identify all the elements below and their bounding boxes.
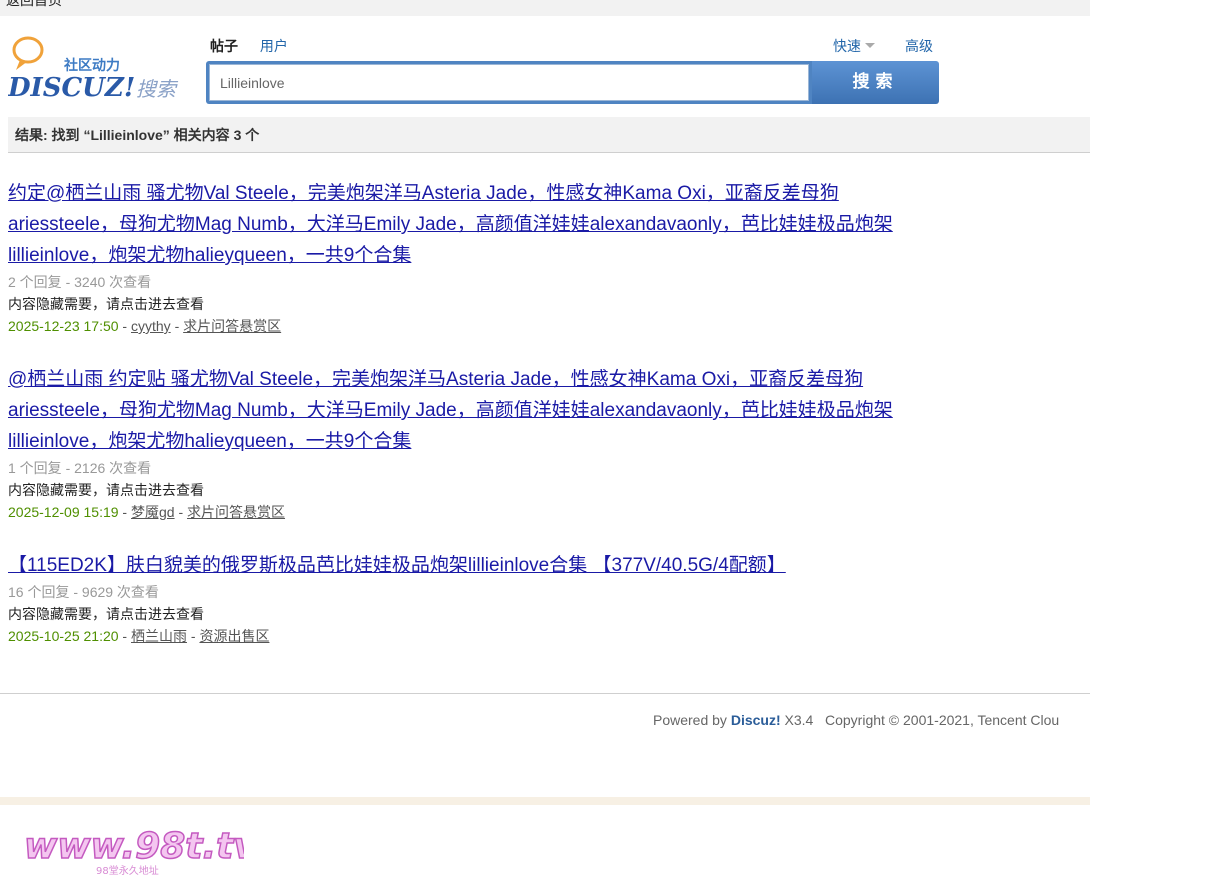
- tab-posts[interactable]: 帖子: [210, 36, 238, 56]
- result-summary: 结果: 找到 “Lillieinlove” 相关内容 3 个: [8, 117, 1090, 153]
- result-title-link[interactable]: @栖兰山雨 约定贴 骚尤物Val Steele，完美炮架洋马Asteria Ja…: [8, 364, 938, 457]
- result-item: 约定@栖兰山雨 骚尤物Val Steele，完美炮架洋马Asteria Jade…: [8, 178, 1008, 338]
- topbar: 返回首页: [0, 0, 1090, 16]
- logo-suffix: 搜索: [136, 77, 179, 101]
- back-home-link[interactable]: 返回首页: [6, 0, 62, 8]
- quick-dropdown[interactable]: 快速: [833, 36, 875, 56]
- result-info: 2025-12-09 15:19 - 梦魇gd - 求片问答悬赏区: [8, 504, 286, 520]
- search-button[interactable]: 搜索: [812, 61, 939, 104]
- result-date: 2025-12-09 15:19: [8, 504, 119, 520]
- footer-powered: Powered by: [653, 712, 727, 728]
- footer-version: X3.4: [784, 712, 814, 728]
- result-description: 内容隐藏需要，请点击进去查看: [8, 606, 204, 622]
- result-forum-link[interactable]: 求片问答悬赏区: [183, 318, 281, 334]
- footer-divider: [0, 693, 1090, 694]
- result-info: 2025-12-23 17:50 - cyythy - 求片问答悬赏区: [8, 318, 282, 334]
- result-date: 2025-12-23 17:50: [8, 318, 119, 334]
- site-watermark: www.98t.tv 98堂永久地址: [23, 820, 259, 884]
- result-description: 内容隐藏需要，请点击进去查看: [8, 482, 204, 498]
- result-author-link[interactable]: 梦魇gd: [131, 504, 175, 520]
- result-stats: 16 个回复 - 9629 次查看: [8, 584, 159, 600]
- watermark-text: www.98t.tv: [24, 826, 244, 867]
- tab-users[interactable]: 用户: [260, 36, 288, 56]
- search-input[interactable]: [209, 64, 809, 101]
- caret-down-icon: [865, 43, 875, 48]
- result-date: 2025-10-25 21:20: [8, 628, 119, 644]
- search-type-tabs: 帖子 用户: [210, 36, 306, 56]
- result-item: @栖兰山雨 约定贴 骚尤物Val Steele，完美炮架洋马Asteria Ja…: [8, 364, 1008, 524]
- results-list: 约定@栖兰山雨 骚尤物Val Steele，完美炮架洋马Asteria Jade…: [8, 178, 1008, 674]
- result-item: 【115ED2K】肤白貌美的俄罗斯极品芭比娃娃极品炮架lillieinlove合…: [8, 550, 1008, 648]
- footer-copyright: Copyright © 2001-2021, Tencent Clou: [825, 712, 1060, 728]
- watermark-graphic: www.98t.tv 98堂永久地址: [23, 825, 259, 877]
- result-title-link[interactable]: 约定@栖兰山雨 骚尤物Val Steele，完美炮架洋马Asteria Jade…: [8, 178, 938, 271]
- result-forum-link[interactable]: 求片问答悬赏区: [187, 504, 285, 520]
- result-author-link[interactable]: cyythy: [131, 318, 171, 334]
- footer: Powered by Discuz! X3.4 Copyright © 2001…: [653, 712, 1090, 728]
- search-box: [206, 61, 812, 104]
- result-author-link[interactable]: 栖兰山雨: [131, 628, 187, 644]
- result-title-link[interactable]: 【115ED2K】肤白貌美的俄罗斯极品芭比娃娃极品炮架lillieinlove合…: [8, 550, 938, 581]
- advanced-search-link[interactable]: 高级: [905, 36, 933, 56]
- result-stats: 2 个回复 - 3240 次查看: [8, 274, 152, 290]
- result-stats: 1 个回复 - 2126 次查看: [8, 460, 152, 476]
- discuz-logo[interactable]: 社区动力 DISCUZ! 搜索: [8, 36, 188, 102]
- quick-label: 快速: [833, 38, 861, 54]
- result-description: 内容隐藏需要，请点击进去查看: [8, 296, 204, 312]
- result-info: 2025-10-25 21:20 - 栖兰山雨 - 资源出售区: [8, 628, 270, 644]
- footer-brand-link[interactable]: Discuz!: [731, 712, 781, 728]
- result-forum-link[interactable]: 资源出售区: [199, 628, 269, 644]
- logo-brand: DISCUZ!: [8, 73, 135, 102]
- discuz-logo-graphic: 社区动力 DISCUZ! 搜索: [8, 36, 179, 102]
- decorative-stripe: [0, 797, 1090, 805]
- logo-tagline: 社区动力: [63, 57, 120, 74]
- watermark-subtext: 98堂永久地址: [96, 864, 159, 877]
